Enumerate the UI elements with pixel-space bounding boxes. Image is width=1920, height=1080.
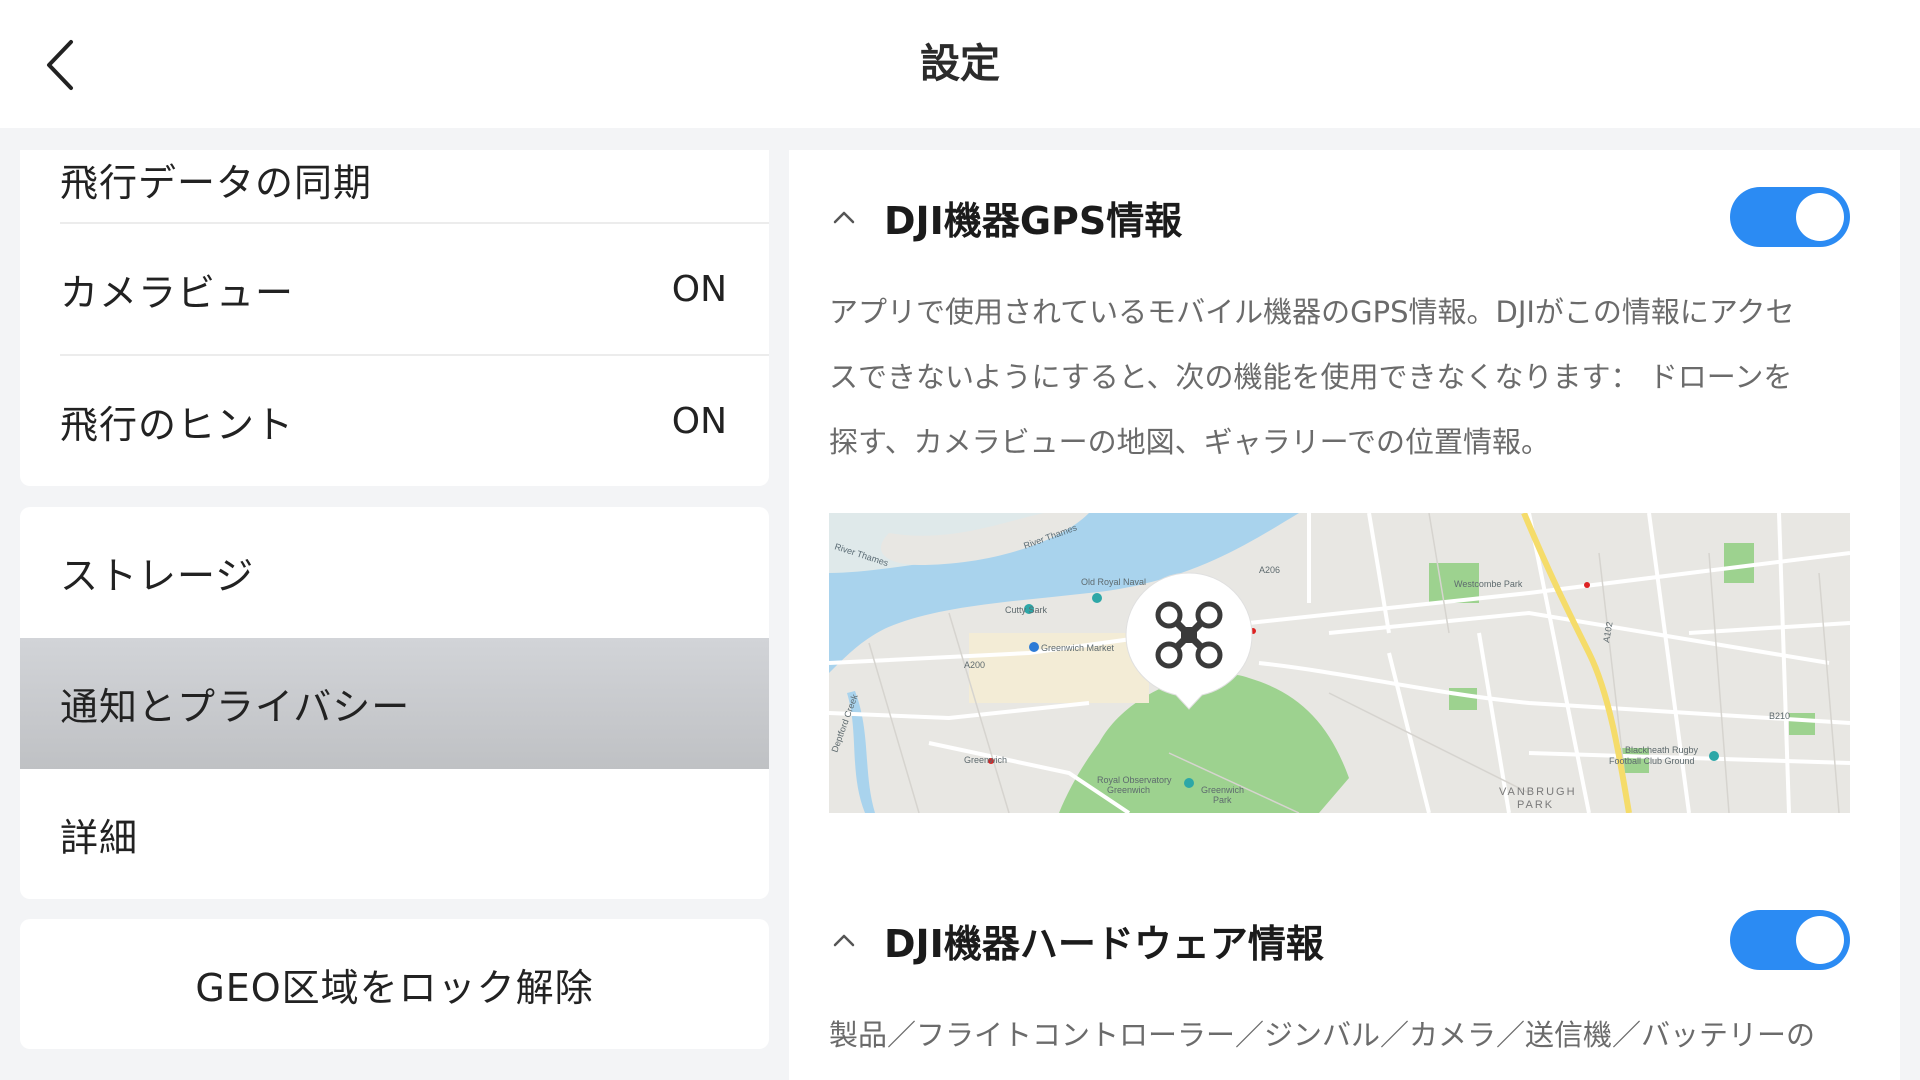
section-title: DJI機器GPS情報 <box>884 198 1183 243</box>
map-label: A206 <box>1259 565 1280 575</box>
menu-item-camera-view[interactable]: カメラビュー ON <box>20 224 769 355</box>
section-hardware-header: DJI機器ハードウェア情報 <box>789 895 1900 985</box>
page-title: 設定 <box>920 41 1000 87</box>
menu-item-label: 飛行データの同期 <box>60 161 373 205</box>
toggle-knob <box>1796 193 1844 241</box>
menu-item-label: 飛行のヒント <box>60 403 295 447</box>
chevron-up-icon <box>833 934 855 947</box>
map-label: Greenwich Market <box>1041 643 1115 653</box>
geo-unlock-card: GEO区域をロック解除 <box>20 919 769 1049</box>
map-label: VANBRUGH <box>1499 786 1577 798</box>
map-label: Cutty Sark <box>1005 605 1048 615</box>
drone-location-marker[interactable] <box>1124 571 1254 711</box>
gps-info-toggle[interactable] <box>1730 187 1850 247</box>
geo-unlock-button[interactable]: GEO区域をロック解除 <box>20 919 769 1049</box>
map-label: PARK <box>1517 799 1554 811</box>
section-description: 製品／フライトコントローラー／ジンバル／カメラ／送信機／バッテリーの <box>829 1003 1849 1068</box>
menu-group-app: ストレージ 通知とプライバシー 詳細 <box>20 507 769 899</box>
section-title: DJI機器ハードウェア情報 <box>884 921 1324 966</box>
toggle-knob <box>1796 916 1844 964</box>
menu-item-value: ON <box>671 401 727 442</box>
description-line: 製品／フライトコントローラー／ジンバル／カメラ／送信機／バッテリーの <box>829 1018 1816 1052</box>
location-map: River Thames River Thames Old Royal Nava… <box>829 513 1850 813</box>
top-bar: 設定 <box>0 0 1920 128</box>
chevron-up-icon <box>833 211 855 224</box>
map-label: A200 <box>964 660 985 670</box>
section-gps-header: DJI機器GPS情報 <box>789 172 1900 262</box>
map-label: Blackheath Rugby <box>1625 745 1699 755</box>
description-line: アプリで使用されているモバイル機器のGPS情報。DJIがこの情報にアクセ <box>829 295 1795 329</box>
map-label: Westcombe Park <box>1454 579 1523 589</box>
section-description: アプリで使用されているモバイル機器のGPS情報。DJIがこの情報にアクセ スでき… <box>829 280 1849 475</box>
map-label: Greenwich <box>964 755 1007 765</box>
menu-item-label: 通知とプライバシー <box>60 685 411 729</box>
map-label: Football Club Ground <box>1609 756 1695 766</box>
menu-item-label: 詳細 <box>60 816 139 860</box>
menu-item-notifications-privacy[interactable]: 通知とプライバシー <box>20 638 769 769</box>
map-label: B210 <box>1769 711 1790 721</box>
map-label: Greenwich <box>1107 785 1150 795</box>
back-button[interactable] <box>30 30 90 100</box>
map-graphic: River Thames River Thames Old Royal Nava… <box>829 513 1850 813</box>
privacy-settings-panel: DJI機器GPS情報 アプリで使用されているモバイル機器のGPS情報。DJIがこ… <box>789 150 1900 1080</box>
hardware-info-toggle[interactable] <box>1730 910 1850 970</box>
menu-item-value: ON <box>671 269 727 310</box>
collapse-button[interactable] <box>829 202 859 232</box>
description-line: スできないようにすると、次の機能を使用できなくなります： ドローンを <box>829 360 1793 394</box>
map-label: Greenwich <box>1201 785 1244 795</box>
collapse-button[interactable] <box>829 925 859 955</box>
menu-group-general: 飛行データの同期 カメラビュー ON 飛行のヒント ON <box>20 150 769 486</box>
map-label: Royal Observatory <box>1097 775 1172 785</box>
menu-item-label: カメラビュー <box>60 271 295 315</box>
menu-item-storage[interactable]: ストレージ <box>20 507 769 638</box>
chevron-left-icon <box>47 40 73 90</box>
menu-item-details[interactable]: 詳細 <box>20 769 769 899</box>
description-line: 探す、カメラビューの地図、ギャラリーでの位置情報。 <box>829 425 1550 459</box>
menu-item-label: ストレージ <box>60 554 255 598</box>
map-label: Park <box>1213 795 1232 805</box>
menu-item-flight-tips[interactable]: 飛行のヒント ON <box>20 356 769 486</box>
